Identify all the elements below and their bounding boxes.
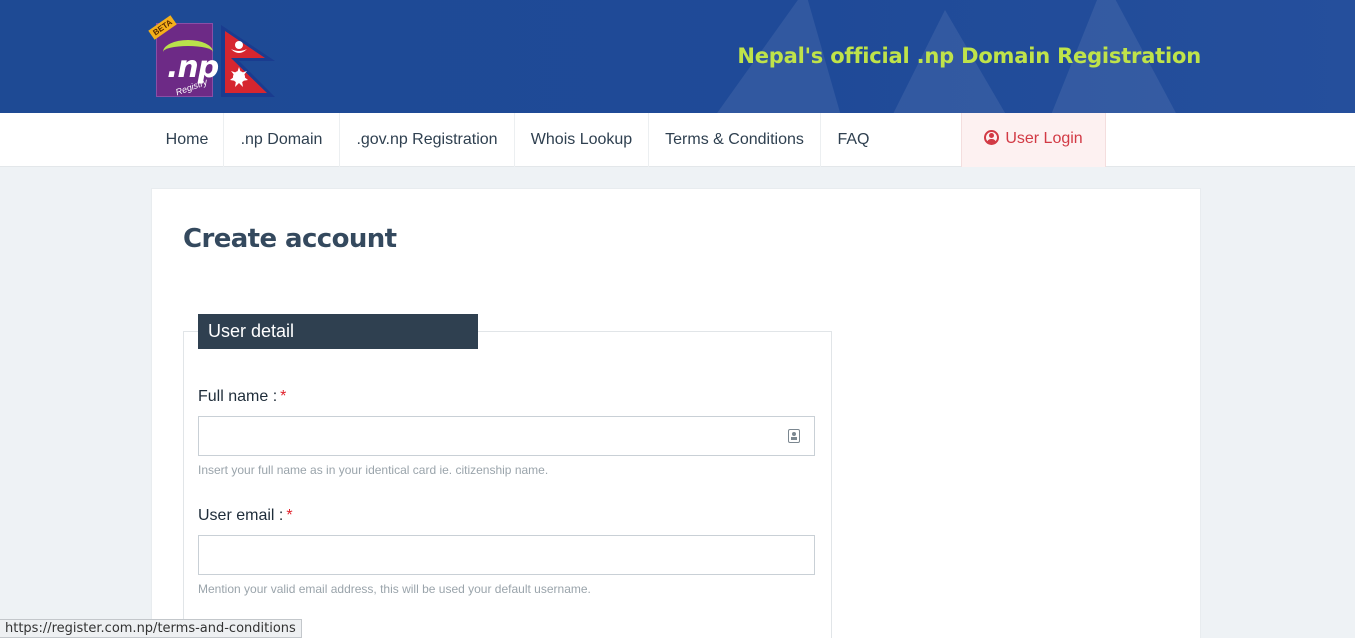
nav-item-whois-lookup[interactable]: Whois Lookup: [515, 113, 649, 167]
user-circle-icon: [984, 130, 1000, 145]
main-nav: Home .np Domain .gov.np Registration Who…: [0, 113, 1355, 167]
browser-status-bar: https://register.com.np/terms-and-condit…: [0, 619, 302, 638]
user-detail-legend: User detail: [198, 314, 478, 349]
nepal-flag-icon: [221, 25, 275, 97]
site-tagline: Nepal's official .np Domain Registration: [737, 44, 1201, 68]
nav-item-gov-np-registration[interactable]: .gov.np Registration: [340, 113, 515, 167]
np-logo-box: .np Registry: [156, 23, 219, 97]
required-marker: *: [286, 507, 293, 524]
page-title: Create account: [183, 224, 397, 254]
full-name-input[interactable]: [198, 416, 815, 456]
user-login-button[interactable]: User Login: [961, 113, 1106, 167]
nav-item-home[interactable]: Home: [151, 113, 224, 167]
user-email-help: Mention your valid email address, this w…: [198, 582, 591, 596]
user-login-label: User Login: [1005, 130, 1083, 147]
required-marker: *: [280, 388, 287, 405]
full-name-help: Insert your full name as in your identic…: [198, 463, 549, 477]
nav-item-terms-conditions[interactable]: Terms & Conditions: [649, 113, 821, 167]
nav-item-faq[interactable]: FAQ: [821, 113, 886, 167]
contact-card-icon[interactable]: [788, 429, 800, 443]
nav-item-np-domain[interactable]: .np Domain: [224, 113, 340, 167]
site-header: .np Registry BETA Nepal's official .np D…: [0, 0, 1355, 113]
registry-logo[interactable]: .np Registry BETA: [148, 15, 281, 99]
user-email-label: User email : *: [198, 507, 293, 524]
np-logo-text: .np: [167, 50, 219, 85]
user-email-input[interactable]: [198, 535, 815, 575]
full-name-label: Full name : *: [198, 388, 287, 405]
create-account-card: Create account User detail Full name : * …: [151, 188, 1201, 638]
